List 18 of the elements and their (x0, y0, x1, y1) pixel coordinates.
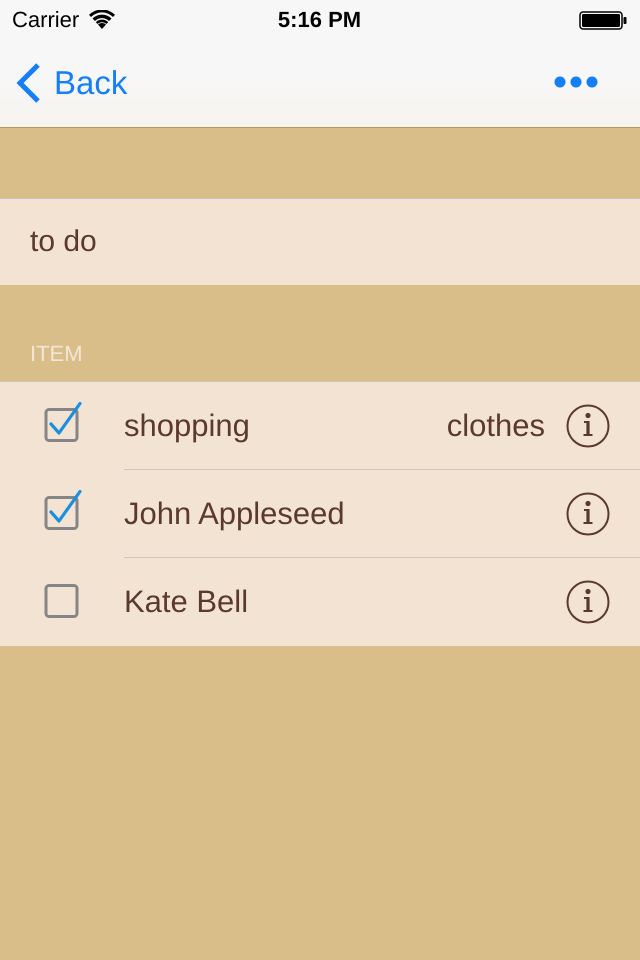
section-header: ITEM (29, 340, 84, 368)
chevron-icon (16, 63, 42, 103)
item-detail: clothes (446, 408, 545, 444)
info-icon[interactable] (566, 492, 610, 536)
item-label: shopping (124, 408, 250, 444)
info-icon[interactable] (566, 580, 610, 624)
wifi-icon (89, 10, 116, 28)
checkbox[interactable] (43, 402, 83, 444)
info-icon[interactable] (566, 404, 610, 448)
item-label: John Appleseed (124, 496, 345, 532)
battery-icon (579, 10, 627, 30)
checkbox[interactable] (43, 490, 83, 532)
item-label: Kate Bell (124, 584, 248, 620)
title-field[interactable]: to do (0, 198, 640, 285)
carrier-label: Carrier (12, 7, 80, 33)
more-icon[interactable] (554, 76, 598, 88)
back-button[interactable]: Back (16, 63, 128, 103)
status-time: 5:16 PM (278, 7, 362, 33)
